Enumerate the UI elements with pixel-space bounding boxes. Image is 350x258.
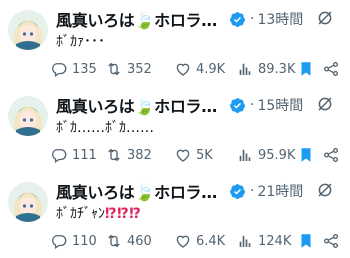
tweet[interactable]: 風真いろは🍃ホロライ… · 21時間 ﾎﾞｶﾁﾞｬﾝ⁉⁉⁉ 110 460 6.… bbox=[0, 172, 350, 258]
author-name[interactable]: 風真いろは🍃ホロライ… bbox=[56, 93, 226, 117]
separator-dot: · bbox=[250, 11, 255, 27]
like-count: 4.9K bbox=[196, 61, 226, 77]
views-icon bbox=[239, 149, 251, 161]
action-bar: 110 460 6.4K 124K bbox=[50, 230, 344, 252]
repost-count: 352 bbox=[127, 61, 152, 77]
like-button[interactable]: 5K bbox=[174, 146, 213, 164]
views-icon bbox=[239, 63, 251, 75]
views-count: 124K bbox=[258, 233, 292, 249]
reply-button[interactable]: 111 bbox=[50, 146, 97, 164]
verified-badge-icon bbox=[230, 11, 245, 27]
like-button[interactable]: 6.4K bbox=[174, 232, 225, 250]
grok-icon[interactable] bbox=[316, 181, 334, 199]
reply-icon bbox=[51, 63, 67, 78]
avatar[interactable] bbox=[8, 10, 48, 50]
like-button[interactable]: 4.9K bbox=[174, 60, 225, 78]
bookmark-icon bbox=[301, 62, 311, 76]
action-bar: 111 382 5K 95.9K bbox=[50, 144, 344, 166]
bookmark-button[interactable] bbox=[297, 60, 315, 78]
share-icon bbox=[323, 61, 339, 77]
bookmark-icon bbox=[301, 148, 311, 162]
avatar[interactable] bbox=[8, 182, 48, 222]
timestamp[interactable]: 15時間 bbox=[257, 95, 303, 115]
verified-badge-icon bbox=[230, 183, 245, 199]
reply-count: 111 bbox=[72, 147, 97, 163]
share-button[interactable] bbox=[322, 232, 340, 250]
tweet-text-body: ﾎﾞｶﾁﾞｬﾝ bbox=[56, 206, 105, 222]
like-icon bbox=[176, 63, 190, 76]
views-icon bbox=[239, 235, 251, 247]
like-icon bbox=[176, 149, 190, 162]
share-button[interactable] bbox=[322, 146, 340, 164]
views-count: 95.9K bbox=[258, 147, 296, 163]
timestamp[interactable]: 21時間 bbox=[257, 181, 303, 201]
tweet-text-body: ﾎﾞｶ……ﾎﾞｶ…… bbox=[56, 120, 154, 136]
reply-icon bbox=[51, 149, 67, 164]
tweet-text: ﾎﾞｶｧ･･･ bbox=[56, 32, 340, 52]
like-count: 5K bbox=[196, 147, 213, 163]
repost-count: 460 bbox=[127, 233, 152, 249]
reply-icon bbox=[51, 235, 67, 250]
views-button[interactable]: 89.3K bbox=[236, 60, 295, 78]
views-count: 89.3K bbox=[258, 61, 296, 77]
repost-count: 382 bbox=[127, 147, 152, 163]
tweet[interactable]: 風真いろは🍃ホロライ… · 13時間 ﾎﾞｶｧ･･･ 135 352 4.9K … bbox=[0, 0, 350, 86]
repost-icon bbox=[108, 234, 120, 248]
bookmark-button[interactable] bbox=[297, 232, 315, 250]
tweet-text-body: ﾎﾞｶｧ･･･ bbox=[56, 34, 105, 50]
tweet[interactable]: 風真いろは🍃ホロライ… · 15時間 ﾎﾞｶ……ﾎﾞｶ…… 111 382 5K… bbox=[0, 86, 350, 172]
share-icon bbox=[323, 147, 339, 163]
like-count: 6.4K bbox=[196, 233, 226, 249]
timeline-feed: 風真いろは🍃ホロライ… · 13時間 ﾎﾞｶｧ･･･ 135 352 4.9K … bbox=[0, 0, 350, 258]
tweet-text: ﾎﾞｶﾁﾞｬﾝ⁉⁉⁉ bbox=[56, 204, 340, 224]
bookmark-button[interactable] bbox=[297, 146, 315, 164]
share-icon bbox=[323, 233, 339, 249]
repost-icon bbox=[108, 62, 120, 76]
tweet-text: ﾎﾞｶ……ﾎﾞｶ…… bbox=[56, 118, 340, 138]
repost-icon bbox=[108, 148, 120, 162]
views-button[interactable]: 124K bbox=[236, 232, 291, 250]
verified-badge-icon bbox=[230, 97, 245, 113]
repost-button[interactable]: 460 bbox=[105, 232, 152, 250]
reply-button[interactable]: 135 bbox=[50, 60, 97, 78]
grok-icon[interactable] bbox=[316, 95, 334, 113]
action-bar: 135 352 4.9K 89.3K bbox=[50, 58, 344, 80]
author-name[interactable]: 風真いろは🍃ホロライ… bbox=[56, 179, 226, 203]
reply-count: 135 bbox=[72, 61, 97, 77]
repost-button[interactable]: 352 bbox=[105, 60, 152, 78]
views-button[interactable]: 95.9K bbox=[236, 146, 295, 164]
avatar[interactable] bbox=[8, 96, 48, 136]
timestamp[interactable]: 13時間 bbox=[257, 9, 303, 29]
share-button[interactable] bbox=[322, 60, 340, 78]
bookmark-icon bbox=[301, 234, 311, 248]
reply-count: 110 bbox=[72, 233, 97, 249]
like-icon bbox=[176, 235, 190, 248]
separator-dot: · bbox=[250, 183, 255, 199]
tweet-text-emoji: ⁉⁉⁉ bbox=[105, 206, 142, 222]
grok-icon[interactable] bbox=[316, 9, 334, 27]
repost-button[interactable]: 382 bbox=[105, 146, 152, 164]
separator-dot: · bbox=[250, 97, 255, 113]
author-name[interactable]: 風真いろは🍃ホロライ… bbox=[56, 7, 226, 31]
reply-button[interactable]: 110 bbox=[50, 232, 97, 250]
